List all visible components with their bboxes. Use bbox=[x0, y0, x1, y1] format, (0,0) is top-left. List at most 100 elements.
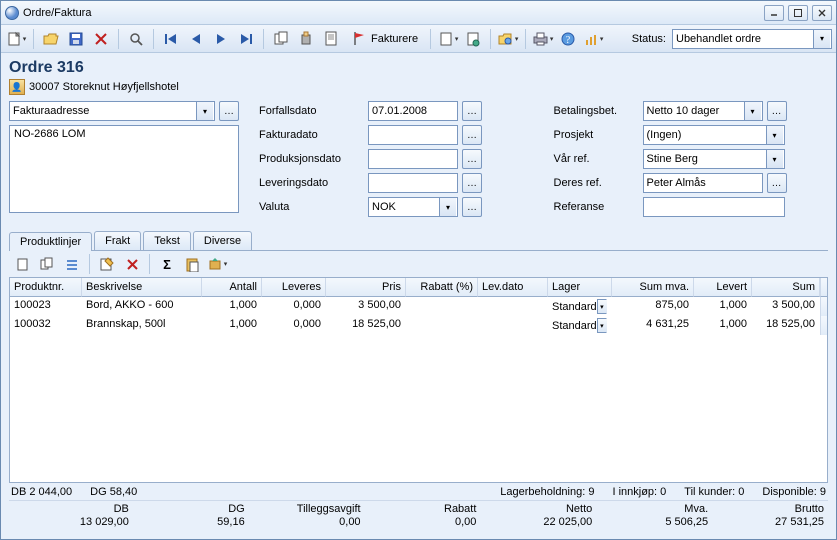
line-edit-button[interactable] bbox=[96, 253, 118, 275]
dropdown-icon[interactable]: ▾ bbox=[597, 299, 607, 314]
tab-diverse[interactable]: Diverse bbox=[193, 231, 252, 250]
line-paste-button[interactable] bbox=[181, 253, 203, 275]
col-summva[interactable]: Sum mva. bbox=[612, 278, 694, 297]
line-list-button[interactable] bbox=[61, 253, 83, 275]
paste-icon bbox=[184, 256, 200, 272]
address-type-combo[interactable]: ▾ bbox=[9, 101, 215, 121]
close-button[interactable] bbox=[812, 5, 832, 21]
tab-tekst[interactable]: Tekst bbox=[143, 231, 191, 250]
prosjekt-value[interactable] bbox=[644, 129, 766, 141]
maximize-button[interactable] bbox=[788, 5, 808, 21]
dropdown-icon[interactable]: ▾ bbox=[597, 318, 607, 333]
next-record-button[interactable] bbox=[210, 28, 232, 50]
status-value[interactable] bbox=[673, 33, 813, 45]
line-export-button[interactable]: ▾ bbox=[206, 253, 228, 275]
deresref-input[interactable] bbox=[643, 173, 763, 193]
line-new-button[interactable] bbox=[11, 253, 33, 275]
nav-next-icon bbox=[213, 31, 229, 47]
leveringsdato-input[interactable] bbox=[368, 173, 458, 193]
dropdown-icon: ▾ bbox=[455, 35, 459, 43]
dropdown-icon: ▾ bbox=[600, 35, 604, 43]
document-button[interactable] bbox=[320, 28, 342, 50]
table-row[interactable]: 100023Bord, AKKO - 6001,0000,0003 500,00… bbox=[10, 297, 827, 316]
col-antall[interactable]: Antall bbox=[202, 278, 262, 297]
table-row[interactable]: 100032Brannskap, 500l1,0000,00018 525,00… bbox=[10, 316, 827, 335]
address-textarea[interactable]: NO-2686 LOM bbox=[9, 125, 239, 213]
col-leveres[interactable]: Leveres bbox=[262, 278, 326, 297]
col-beskrivelse[interactable]: Beskrivelse bbox=[82, 278, 202, 297]
first-record-button[interactable] bbox=[160, 28, 182, 50]
betalingsbet-browse[interactable]: … bbox=[767, 101, 787, 121]
col-sum[interactable]: Sum bbox=[752, 278, 820, 297]
varref-value[interactable] bbox=[644, 153, 766, 165]
dropdown-icon[interactable]: ▾ bbox=[196, 102, 213, 120]
col-lager[interactable]: Lager bbox=[548, 278, 612, 297]
flag-icon bbox=[351, 31, 367, 47]
produksjonsdato-picker[interactable]: … bbox=[462, 149, 482, 169]
new-button[interactable]: ▾ bbox=[5, 28, 27, 50]
referanse-input[interactable] bbox=[643, 197, 785, 217]
line-copy-button[interactable] bbox=[36, 253, 58, 275]
total-mva-value: 5 506,25 bbox=[665, 516, 708, 529]
help-button[interactable]: ? bbox=[557, 28, 579, 50]
dropdown-icon[interactable]: ▾ bbox=[744, 102, 761, 120]
col-produktnr[interactable]: Produktnr. bbox=[10, 278, 82, 297]
print-button[interactable]: ▾ bbox=[532, 28, 554, 50]
lager-cell[interactable]: Standard▾ bbox=[548, 316, 612, 335]
betalingsbet-combo[interactable]: ▾ bbox=[643, 101, 763, 121]
register-icon bbox=[298, 31, 314, 47]
leveringsdato-picker[interactable]: … bbox=[462, 173, 482, 193]
valuta-value[interactable] bbox=[369, 201, 439, 213]
col-pris[interactable]: Pris bbox=[326, 278, 406, 297]
leveringsdato-label: Leveringsdato bbox=[259, 177, 364, 189]
new-doc-button[interactable]: ▾ bbox=[437, 28, 459, 50]
produksjonsdato-input[interactable] bbox=[368, 149, 458, 169]
line-delete-button[interactable] bbox=[121, 253, 143, 275]
tab-produktlinjer[interactable]: Produktlinjer bbox=[9, 232, 92, 251]
attach-button[interactable] bbox=[462, 28, 484, 50]
status-tilkunder: Til kunder: 0 bbox=[684, 486, 744, 498]
save-button[interactable] bbox=[65, 28, 87, 50]
search-button[interactable] bbox=[125, 28, 147, 50]
tab-frakt[interactable]: Frakt bbox=[94, 231, 141, 250]
deresref-browse[interactable]: … bbox=[767, 173, 787, 193]
dropdown-icon[interactable]: ▾ bbox=[439, 198, 456, 216]
varref-combo[interactable]: ▾ bbox=[643, 149, 785, 169]
settings-button[interactable]: ▾ bbox=[497, 28, 519, 50]
col-levert[interactable]: Levert bbox=[694, 278, 752, 297]
chart-button[interactable]: ▾ bbox=[582, 28, 604, 50]
delete-button[interactable] bbox=[90, 28, 112, 50]
copy-button[interactable] bbox=[270, 28, 292, 50]
betalingsbet-value[interactable] bbox=[644, 105, 744, 117]
address-type-value[interactable] bbox=[10, 105, 196, 117]
delete-icon bbox=[124, 256, 140, 272]
address-browse-button[interactable]: … bbox=[219, 101, 239, 121]
status-combo[interactable]: ▾ bbox=[672, 29, 832, 49]
line-sum-button[interactable]: Σ bbox=[156, 253, 178, 275]
minimize-button[interactable] bbox=[764, 5, 784, 21]
last-record-button[interactable] bbox=[235, 28, 257, 50]
grid-body[interactable]: 100023Bord, AKKO - 6001,0000,0003 500,00… bbox=[10, 297, 827, 482]
valuta-combo[interactable]: ▾ bbox=[368, 197, 458, 217]
prosjekt-combo[interactable]: ▾ bbox=[643, 125, 785, 145]
valuta-browse[interactable]: … bbox=[462, 197, 482, 217]
prev-record-button[interactable] bbox=[185, 28, 207, 50]
sigma-icon: Σ bbox=[159, 256, 175, 272]
forfallsdato-input[interactable] bbox=[368, 101, 458, 121]
dropdown-icon[interactable]: ▾ bbox=[766, 126, 783, 144]
col-rabatt[interactable]: Rabatt (%) bbox=[406, 278, 478, 297]
col-levdato[interactable]: Lev.dato bbox=[478, 278, 548, 297]
dropdown-icon[interactable]: ▾ bbox=[813, 30, 830, 48]
register-button[interactable] bbox=[295, 28, 317, 50]
fakturere-button[interactable]: Fakturere bbox=[345, 28, 424, 50]
lager-cell[interactable]: Standard▾ bbox=[548, 297, 612, 316]
dropdown-icon[interactable]: ▾ bbox=[766, 150, 783, 168]
list-icon bbox=[64, 256, 80, 272]
forfallsdato-picker[interactable]: … bbox=[462, 101, 482, 121]
open-button[interactable] bbox=[40, 28, 62, 50]
fakturadato-input[interactable] bbox=[368, 125, 458, 145]
delete-icon bbox=[93, 31, 109, 47]
fakturadato-picker[interactable]: … bbox=[462, 125, 482, 145]
total-db-label: DB bbox=[114, 503, 129, 516]
deresref-label: Deres ref. bbox=[554, 177, 639, 189]
